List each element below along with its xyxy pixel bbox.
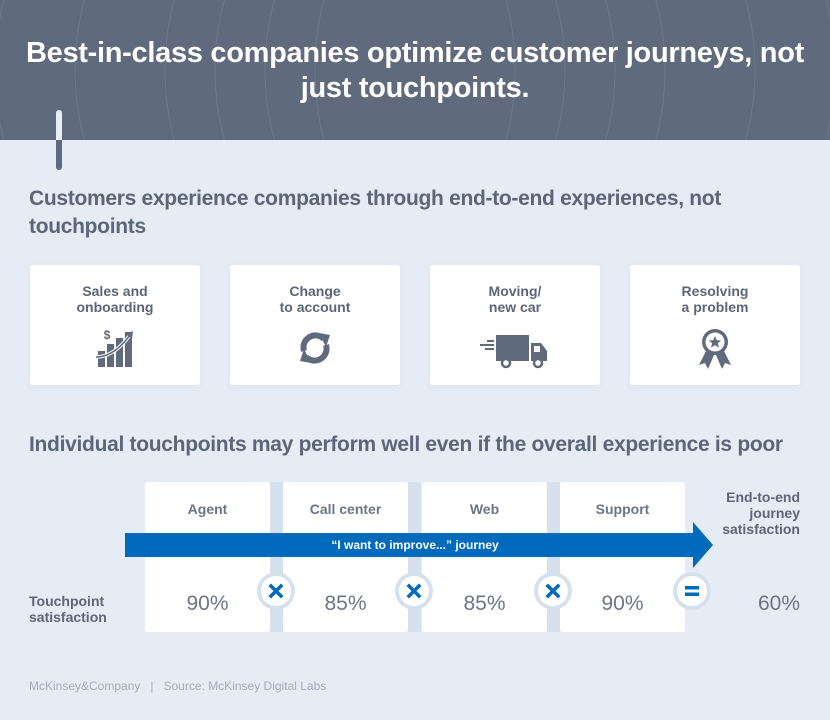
header-banner: Best-in-class companies optimize custome…	[0, 0, 830, 140]
accent-bar	[56, 140, 62, 170]
journey-label: Sales and onboarding	[76, 283, 154, 315]
end-to-end-value: 60%	[757, 592, 800, 615]
touchpoint-name: Web	[469, 501, 500, 517]
journey-card-moving: Moving/ new car	[430, 265, 600, 385]
journey-label: Resolving a problem	[681, 283, 749, 315]
section-heading-journeys: Customers experience companies through e…	[29, 187, 722, 238]
refresh-cycle-icon	[300, 332, 330, 364]
journey-label: Change to account	[279, 283, 351, 315]
journey-card-change: Change to account	[230, 265, 400, 385]
journey-card-resolving: Resolving a problem	[630, 265, 800, 385]
touchpoint-name: Support	[595, 501, 650, 517]
accent-bar	[56, 110, 62, 140]
multiply-operator	[257, 572, 295, 610]
chart-dollar-growth-icon: $	[95, 328, 133, 367]
source-note: Source: McKinsey Digital Labs	[163, 679, 327, 693]
touchpoint-name: Call center	[309, 501, 382, 517]
journey-arrow-label: “I want to improve...” journey	[331, 538, 499, 552]
multiply-operator	[395, 572, 433, 610]
svg-text:$: $	[104, 328, 111, 342]
brand-name: McKinsey&Company	[29, 679, 141, 693]
section-heading-touchpoints: Individual touchpoints may perform well …	[29, 433, 783, 456]
touchpoint-satisfaction: 90%	[186, 592, 229, 615]
touchpoint-name: Agent	[187, 501, 228, 517]
journey-label: Moving/ new car	[488, 283, 542, 315]
footer-separator: |	[150, 679, 154, 693]
multiply-icon	[545, 583, 561, 599]
multiply-icon	[268, 583, 284, 599]
touchpoint-satisfaction: 85%	[463, 592, 506, 615]
multiply-operator	[534, 572, 572, 610]
journey-card-sales: Sales and onboarding $	[30, 265, 200, 385]
moving-truck-icon	[480, 335, 547, 369]
multiply-icon	[406, 583, 422, 599]
touchpoint-satisfaction: 85%	[324, 592, 367, 615]
touchpoint-satisfaction: 90%	[601, 592, 644, 615]
award-ribbon-icon	[699, 329, 731, 369]
end-to-end-label: End-to-end journey satisfaction	[722, 489, 800, 537]
page-title: Best-in-class companies optimize custome…	[26, 37, 804, 104]
footer: McKinsey&Company | Source: McKinsey Digita…	[29, 679, 326, 693]
touchpoint-row-label: Touchpoint satisfaction	[29, 593, 107, 625]
